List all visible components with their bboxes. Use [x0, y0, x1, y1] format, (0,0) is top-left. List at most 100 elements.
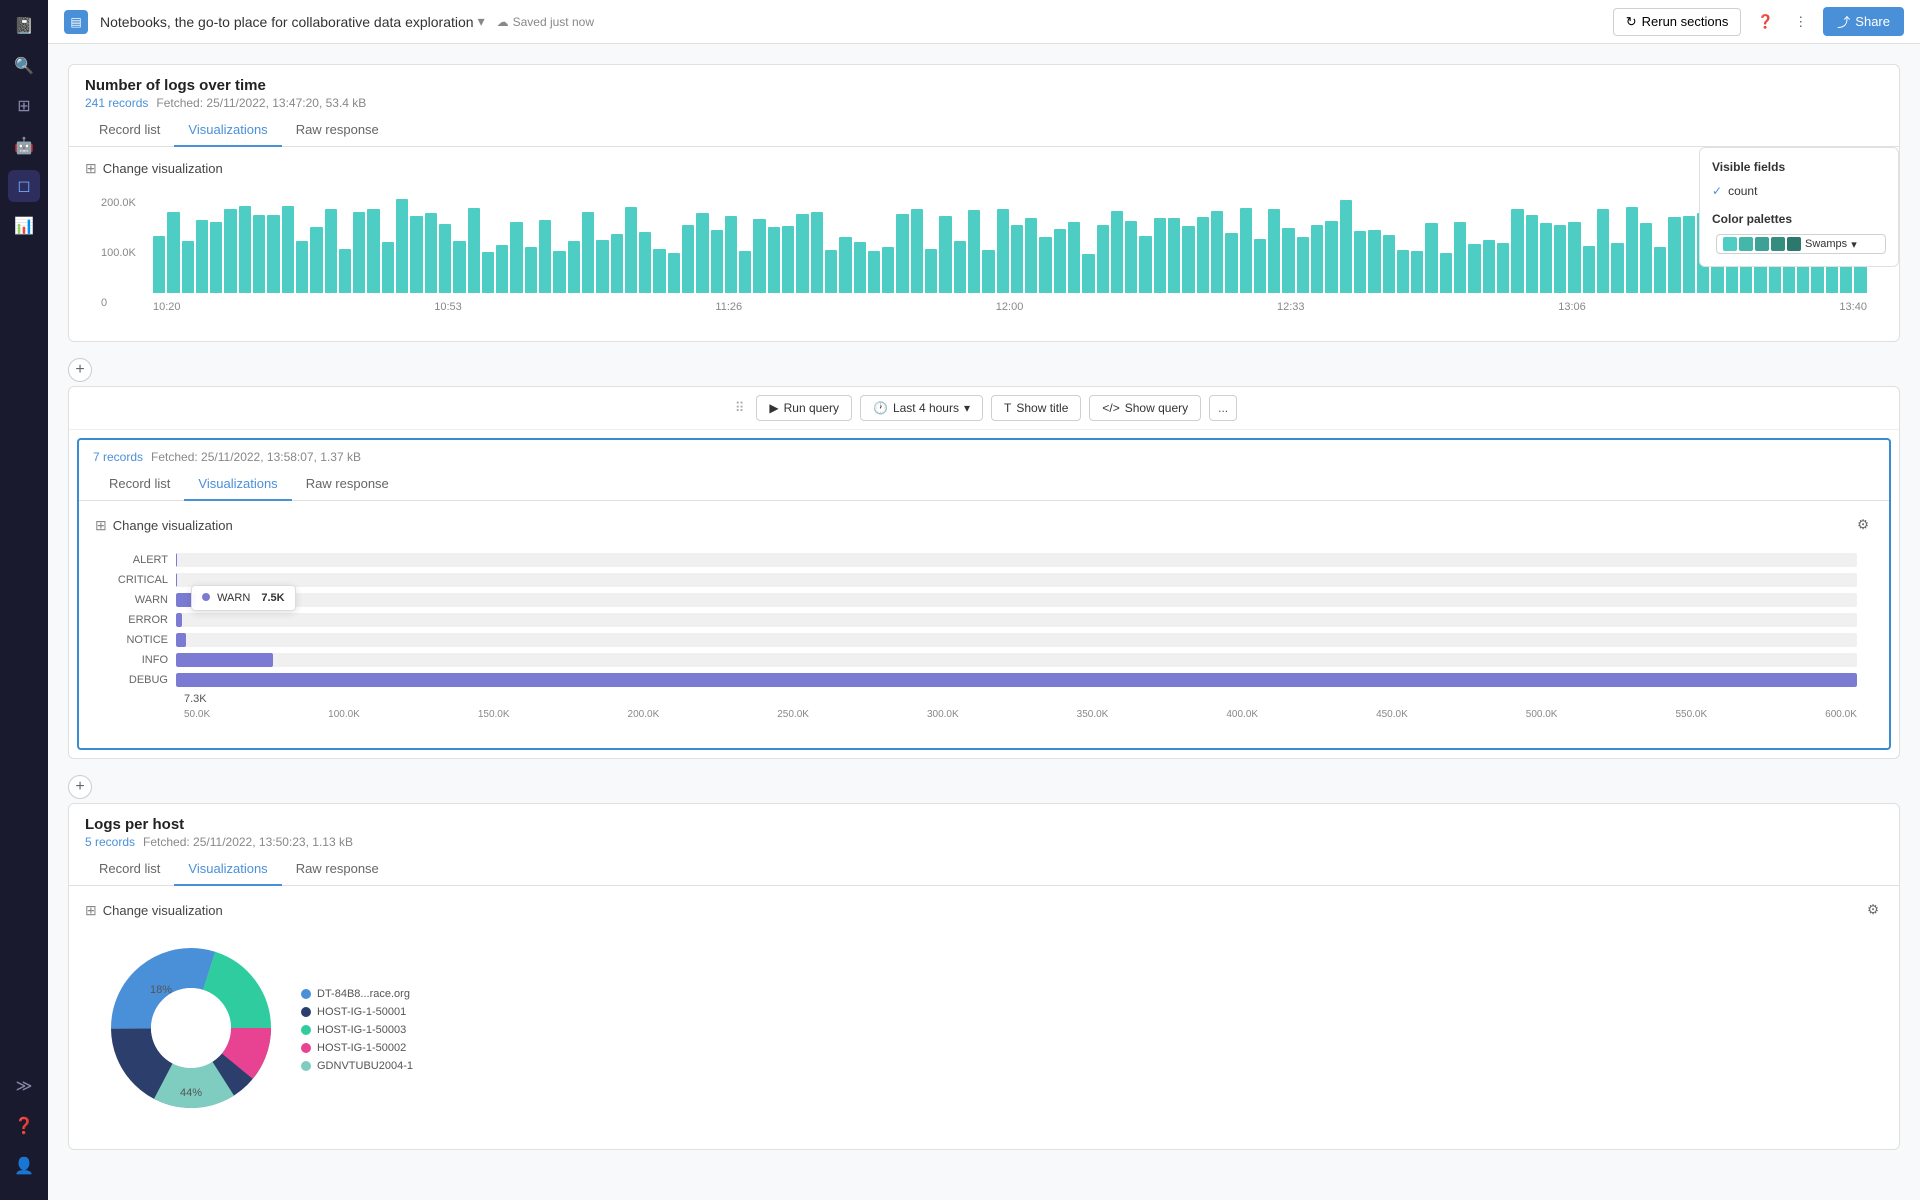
section-1-fetched: Fetched: 25/11/2022, 13:47:20, 53.4 kB	[156, 96, 366, 110]
section-3-meta: 5 records Fetched: 25/11/2022, 13:50:23,…	[85, 835, 1883, 849]
timeseries-bar	[1182, 226, 1194, 293]
tab-record-list-3[interactable]: Record list	[85, 853, 174, 886]
timeseries-bar	[711, 230, 723, 293]
run-query-button[interactable]: ▶ Run query	[756, 395, 852, 421]
rerun-button[interactable]: ↻ Rerun sections	[1613, 8, 1742, 36]
sidebar-help-icon[interactable]: ❓	[8, 1110, 40, 1142]
timeseries-bar	[267, 215, 279, 293]
sidebar-user-icon[interactable]: 👤	[8, 1150, 40, 1182]
tab-visualizations-2[interactable]: Visualizations	[184, 468, 291, 501]
timeseries-bar	[1211, 211, 1223, 293]
timeseries-bar	[982, 250, 994, 293]
show-title-button[interactable]: T Show title	[991, 395, 1081, 421]
section-1-header: Number of logs over time 241 records Fet…	[69, 65, 1899, 114]
section-2-records: 7 records	[93, 450, 143, 464]
tab-raw-response-1[interactable]: Raw response	[282, 114, 393, 147]
legend-item-host3: HOST-IG-1-50003	[301, 1024, 413, 1036]
timeseries-bar	[1068, 222, 1080, 293]
timeseries-bar	[1197, 217, 1209, 293]
share-button[interactable]: ⤴ Share	[1823, 7, 1904, 36]
pie-center	[151, 988, 231, 1068]
hbar-fill-critical	[176, 573, 177, 587]
drag-handle[interactable]: ⠿	[731, 396, 749, 420]
help-button[interactable]: ❓	[1753, 10, 1778, 34]
timeseries-bar	[1640, 223, 1652, 293]
section-3-header: Logs per host 5 records Fetched: 25/11/2…	[69, 804, 1899, 853]
timeseries-bar	[882, 247, 894, 293]
more-button[interactable]: ⋮	[1790, 10, 1811, 34]
sidebar-robot-icon[interactable]: 🤖	[8, 130, 40, 162]
timeseries-bar	[353, 212, 365, 293]
timeseries-bar	[425, 213, 437, 293]
timeseries-bar	[1154, 218, 1166, 293]
viz-settings-button-3[interactable]: ⚙	[1863, 898, 1883, 922]
viz-icon-2: ⊞	[95, 517, 107, 534]
show-query-button[interactable]: </> Show query	[1089, 395, 1201, 421]
legend-dot-host1	[301, 1007, 311, 1017]
sidebar-search-icon[interactable]: 🔍	[8, 50, 40, 82]
timeseries-bar	[968, 210, 980, 293]
timeseries-bar	[496, 245, 508, 293]
pie-container: 18% 44%	[101, 938, 281, 1121]
section-2-viz-title: ⊞ Change visualization	[95, 517, 233, 534]
toolbar-more-button[interactable]: ...	[1209, 395, 1237, 421]
sidebar-notebooks-icon[interactable]: 📓	[8, 10, 40, 42]
hbar-row-notice: NOTICE	[111, 633, 1857, 647]
sidebar-apps-icon[interactable]: ⊞	[8, 90, 40, 122]
pie-label-44: 44%	[180, 1087, 202, 1099]
hbar-fill-debug	[176, 673, 1857, 687]
hbar-row-alert: ALERT	[111, 553, 1857, 567]
timeseries-bar	[253, 215, 265, 293]
share-icon: ⤴	[1837, 12, 1850, 31]
main-area: ▤ Notebooks, the go-to place for collabo…	[48, 0, 1920, 1200]
timeseries-bar	[1597, 209, 1609, 293]
section-2-fetched: Fetched: 25/11/2022, 13:58:07, 1.37 kB	[151, 450, 361, 464]
timeseries-bar	[1025, 218, 1037, 293]
section-3-title: Logs per host	[85, 816, 1883, 833]
tab-raw-response-2[interactable]: Raw response	[292, 468, 403, 501]
section-2-meta: 7 records Fetched: 25/11/2022, 13:58:07,…	[93, 450, 1875, 464]
sidebar-chevron-icon[interactable]: ≫	[8, 1070, 40, 1102]
hbar-fill-info	[176, 653, 273, 667]
section-2-header: 7 records Fetched: 25/11/2022, 13:58:07,…	[79, 440, 1889, 468]
tab-record-list-2[interactable]: Record list	[95, 468, 184, 501]
hbar-fill-notice	[176, 633, 186, 647]
tab-raw-response-3[interactable]: Raw response	[282, 853, 393, 886]
timeseries-bar	[939, 216, 951, 293]
viz-settings-button-2[interactable]: ⚙	[1853, 513, 1873, 537]
title-icon: T	[1004, 401, 1011, 415]
timeseries-bar	[1039, 237, 1051, 293]
notebook-icon: ▤	[64, 10, 88, 34]
time-range-button[interactable]: 🕐 Last 4 hours ▾	[860, 395, 983, 421]
timeseries-bar	[1282, 228, 1294, 293]
timeseries-bar	[1554, 225, 1566, 293]
timeseries-bar	[611, 234, 623, 293]
tab-visualizations-3[interactable]: Visualizations	[174, 853, 281, 886]
sidebar-code-icon[interactable]: ◻	[8, 170, 40, 202]
time-chevron-icon: ▾	[964, 401, 970, 415]
saved-status: ☁ Saved just now	[497, 15, 594, 29]
title-dropdown-icon[interactable]: ▾	[478, 13, 485, 30]
timeseries-bar	[1340, 200, 1352, 293]
tab-record-list-1[interactable]: Record list	[85, 114, 174, 147]
timeseries-bar	[1311, 225, 1323, 293]
timeseries-bar	[553, 251, 565, 293]
hbar-chart: ALERT CRITICAL WARN	[95, 545, 1873, 736]
timeseries-bar	[1668, 217, 1680, 293]
palette-block-2	[1739, 237, 1753, 251]
timeseries-bar	[782, 226, 794, 293]
code-icon: </>	[1102, 401, 1119, 415]
timeseries-bar	[911, 209, 923, 293]
sidebar-chart-icon[interactable]: 📊	[8, 210, 40, 242]
section-1-title: Number of logs over time	[85, 77, 1883, 94]
section-2-viz-header: ⊞ Change visualization ⚙	[95, 513, 1873, 537]
add-section-button-2[interactable]: +	[68, 775, 92, 799]
tab-visualizations-1[interactable]: Visualizations	[174, 114, 281, 147]
sidebar: 📓 🔍 ⊞ 🤖 ◻ 📊 ≫ ❓ 👤	[0, 0, 48, 1200]
palette-dropdown[interactable]: Swamps ▾	[1716, 234, 1886, 254]
timeseries-bar	[1611, 243, 1623, 293]
timeseries-bar	[239, 206, 251, 293]
visible-fields-panel: Visible fields ✓ count Color palettes	[1699, 147, 1899, 267]
timeseries-bar	[668, 253, 680, 293]
add-section-button-1[interactable]: +	[68, 358, 92, 382]
